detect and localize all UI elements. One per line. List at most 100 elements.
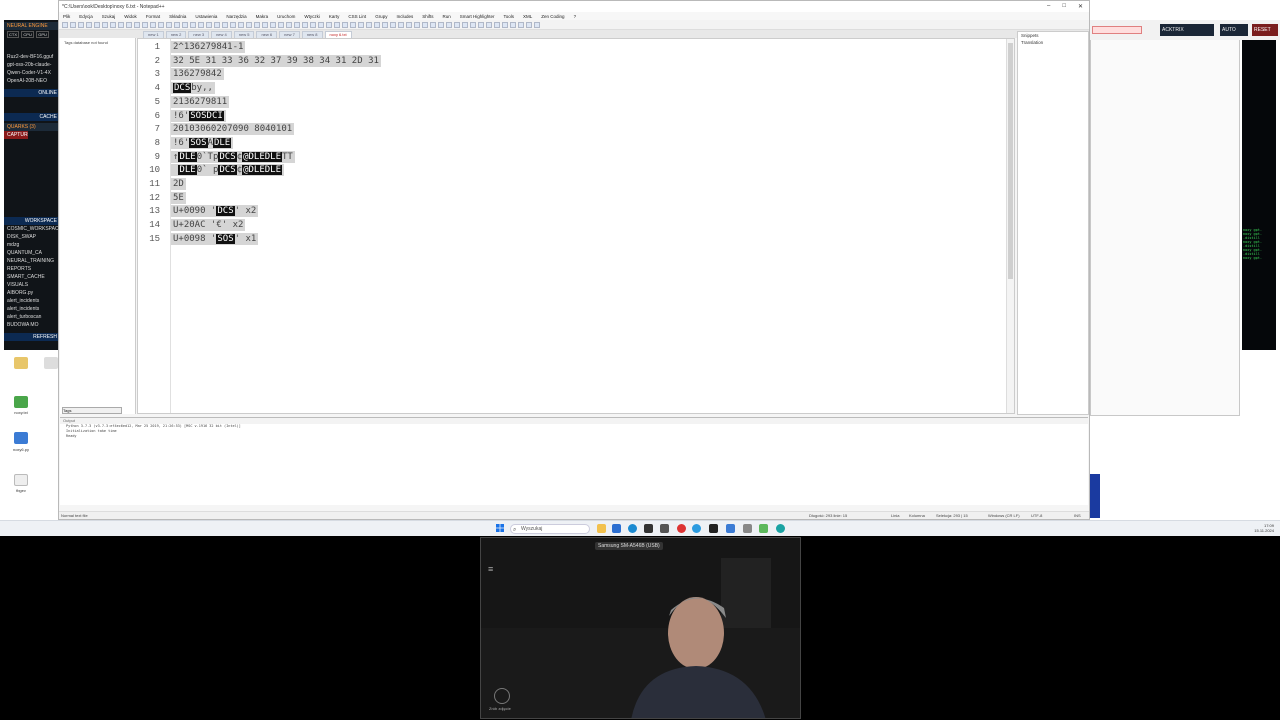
toolbar-button-icon[interactable] xyxy=(302,21,308,28)
toolbar-button-icon[interactable] xyxy=(134,21,140,28)
toolbar-button-icon[interactable] xyxy=(86,21,92,28)
menu-item[interactable]: Ustawienia xyxy=(195,14,217,19)
code-line[interactable]: U+0090 'DCS' x2 xyxy=(171,205,259,218)
tree-item[interactable]: REPORTS xyxy=(4,265,60,273)
tree-item[interactable]: DISK_SWAP xyxy=(4,233,60,241)
toolbar-button-icon[interactable] xyxy=(398,21,404,28)
tree-item[interactable]: alert_incidents xyxy=(4,305,60,313)
menu-item[interactable]: Składnia xyxy=(169,14,186,19)
menu-item[interactable]: Grupy xyxy=(375,14,387,19)
tree-item[interactable]: SMART_CACHE xyxy=(4,273,60,281)
toolbar-button-icon[interactable] xyxy=(70,21,76,28)
toolbar-button-icon[interactable] xyxy=(438,21,444,28)
app-icon[interactable] xyxy=(726,524,735,533)
toolbar-button-icon[interactable] xyxy=(446,21,452,28)
file-icon[interactable] xyxy=(44,357,58,369)
toolbar-button-icon[interactable] xyxy=(454,21,460,28)
menu-item[interactable]: Zen Coding xyxy=(541,14,564,19)
code-line[interactable]: !6'SOSADLE xyxy=(171,136,234,149)
tree-item[interactable]: QUANTUM_CA xyxy=(4,249,60,257)
menu-item[interactable]: Shifts xyxy=(422,14,433,19)
toolbar-button-icon[interactable] xyxy=(502,21,508,28)
file-explorer-icon[interactable] xyxy=(597,524,606,533)
menu-item[interactable]: Run xyxy=(442,14,450,19)
toolbar-button-icon[interactable] xyxy=(430,21,436,28)
menu-item[interactable]: Widok xyxy=(124,14,137,19)
code-line[interactable]: !6'SOSDCI xyxy=(171,109,226,122)
app-icon[interactable] xyxy=(677,524,686,533)
toolbar-button-icon[interactable] xyxy=(510,21,516,28)
code-line[interactable]: DCSby,, xyxy=(171,82,215,95)
toolbar-button-icon[interactable] xyxy=(270,21,276,28)
toolbar-button-icon[interactable] xyxy=(406,21,412,28)
menu-item[interactable]: Format xyxy=(146,14,160,19)
menu-item[interactable]: Plik xyxy=(63,14,70,19)
code-line[interactable]: 2^136279841-1 xyxy=(171,41,246,53)
toolbar-button-icon[interactable] xyxy=(310,21,316,28)
menu-item[interactable]: Edycja xyxy=(79,14,93,19)
hamburger-menu-icon[interactable]: ≡ xyxy=(488,564,493,574)
status-encoding[interactable]: UTF-8 xyxy=(1031,513,1042,518)
editor-tab[interactable]: new 3 xyxy=(188,31,210,38)
toolbar-button-icon[interactable] xyxy=(294,21,300,28)
toolbar-button-icon[interactable] xyxy=(334,21,340,28)
file-icon[interactable] xyxy=(14,357,28,369)
toolbar-button-icon[interactable] xyxy=(342,21,348,28)
editor-tab[interactable]: new 7 xyxy=(279,31,300,38)
toolbar-button-icon[interactable] xyxy=(78,21,84,28)
scrollbar-thumb[interactable] xyxy=(1008,43,1013,279)
toolbar-button-icon[interactable] xyxy=(366,21,372,28)
tree-item[interactable]: NEURAL_TRAINING xyxy=(4,257,60,265)
toolbar-button-icon[interactable] xyxy=(142,21,148,28)
notepadpp-icon[interactable] xyxy=(759,524,768,533)
editor-tab[interactable]: new 1 xyxy=(143,31,164,38)
toolbar-button-icon[interactable] xyxy=(198,21,204,28)
toolbar-button-icon[interactable] xyxy=(126,21,132,28)
code-line[interactable]: 5E xyxy=(171,191,186,204)
tree-item[interactable]: mdzg xyxy=(4,241,60,249)
editor-tab[interactable]: new 2 xyxy=(165,31,187,38)
capture-photo-button[interactable] xyxy=(494,688,510,704)
store-icon[interactable] xyxy=(612,524,621,533)
taskbar-search-input[interactable]: ⌕ Wyszukaj xyxy=(510,524,590,534)
toolbar-button-icon[interactable] xyxy=(222,21,228,28)
code-line[interactable]: U+0098 'SOS' x1 xyxy=(171,232,259,245)
windows-start-icon[interactable] xyxy=(496,524,504,532)
code-line[interactable]: 2136279811 xyxy=(171,95,230,108)
editor[interactable]: 1 2 3 4 5 6 7 8 9 10 11 12 13 14 15 2^136279841-1 32 5E… xyxy=(137,38,1015,414)
code-line[interactable]: 2D xyxy=(171,178,186,190)
snippet-item[interactable] xyxy=(1018,82,1088,86)
toolbar-button-icon[interactable] xyxy=(110,21,116,28)
menu-item[interactable]: Uruchom xyxy=(277,14,295,19)
refresh-button[interactable]: REFRESH xyxy=(4,333,60,341)
toolbar-button-icon[interactable] xyxy=(118,21,124,28)
toolbar-button-icon[interactable] xyxy=(350,21,356,28)
toolbar-button-icon[interactable] xyxy=(150,21,156,28)
code-line[interactable]: 136279842 xyxy=(171,68,224,81)
toolbar-button-icon[interactable] xyxy=(382,21,388,28)
toolbar-button-icon[interactable] xyxy=(230,21,236,28)
system-tray-clock[interactable]: 17:09 15.11.2024 xyxy=(1254,523,1274,533)
toolbar-button-icon[interactable] xyxy=(62,21,68,28)
app-icon[interactable] xyxy=(692,524,701,533)
vertical-scrollbar[interactable] xyxy=(1006,39,1014,413)
menu-item[interactable]: Makra xyxy=(256,14,269,19)
toolbar-button-icon[interactable] xyxy=(374,21,380,28)
toolbar-button-icon[interactable] xyxy=(326,21,332,28)
code-line[interactable]: ↑DLE0`TpDCS¢@DLEDLETT xyxy=(171,150,295,163)
code-line[interactable]: DLE0` pDCS¢@DLEDLE xyxy=(171,164,284,177)
toolbar-button-icon[interactable] xyxy=(470,21,476,28)
toolbar-button-icon[interactable] xyxy=(254,21,260,28)
status-eol[interactable]: Windows (CR LF) xyxy=(988,513,1020,518)
toolbar-button-icon[interactable] xyxy=(190,21,196,28)
code-line[interactable]: 32 5E 31 33 36 32 37 39 38 34 31 2D 31 xyxy=(171,54,381,67)
menu-item[interactable]: ? xyxy=(574,14,577,19)
terminal-icon[interactable] xyxy=(644,524,653,533)
toolbar-button-icon[interactable] xyxy=(414,21,420,28)
toolbar-button-icon[interactable] xyxy=(182,21,188,28)
editor-tab[interactable]: new 4 xyxy=(211,31,232,38)
minimize-icon[interactable]: – xyxy=(1047,3,1050,10)
reset-button[interactable]: RESET xyxy=(1252,24,1278,36)
toolbar-button-icon[interactable] xyxy=(478,21,484,28)
capture-button[interactable]: CAPTURE xyxy=(4,131,28,139)
